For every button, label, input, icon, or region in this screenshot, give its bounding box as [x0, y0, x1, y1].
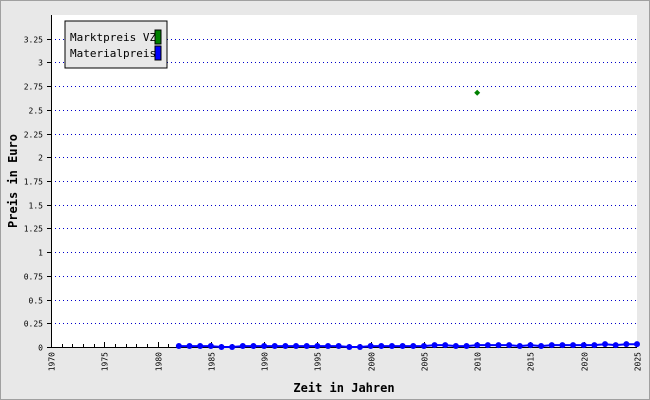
data-point: [591, 342, 598, 349]
data-point: [175, 343, 182, 350]
data-point: [186, 343, 193, 350]
y-tick-label: 1.75: [24, 178, 43, 187]
data-point: [527, 342, 534, 349]
data-point: [484, 342, 491, 349]
data-point: [463, 343, 470, 350]
data-point: [410, 343, 417, 350]
data-point: [442, 342, 449, 349]
data-point: [516, 343, 523, 350]
legend-box: [64, 20, 168, 69]
data-point: [452, 343, 459, 350]
y-tick-label: 0: [38, 344, 43, 353]
legend-swatch: [154, 29, 162, 45]
y-tick-label: 3.25: [24, 36, 43, 45]
x-tick-label: 2025: [634, 352, 643, 371]
x-tick-label: 2020: [581, 352, 590, 371]
data-point: [367, 343, 374, 350]
data-point: [250, 343, 257, 350]
x-tick-label: 1970: [48, 352, 57, 371]
x-tick-label: 1995: [314, 352, 323, 371]
y-tick-label: 0.75: [24, 273, 43, 282]
y-tick-label: 0.25: [24, 320, 43, 329]
data-point: [634, 341, 640, 348]
data-point: [271, 343, 278, 350]
x-tick-label: 1985: [208, 352, 217, 371]
data-point: [548, 342, 555, 349]
data-point: [197, 343, 204, 350]
legend-label: Materialpreis: [70, 47, 156, 60]
data-point: [570, 342, 577, 349]
data-point: [399, 343, 406, 350]
y-tick-label: 2.75: [24, 83, 43, 92]
data-point: [474, 342, 481, 349]
x-tick-label: 2015: [527, 352, 536, 371]
data-point: [495, 342, 502, 349]
data-point: [229, 344, 236, 350]
data-point: [431, 342, 438, 349]
x-tick-label: 2010: [474, 352, 483, 371]
x-axis-label: Zeit in Jahren: [293, 381, 394, 395]
legend-label: Marktpreis VZ: [70, 31, 156, 44]
legend-swatch: [154, 45, 162, 61]
price-chart: 1970 1975 1980 1985 1990 1995 2000 2005 2010 2015…: [6, 15, 643, 395]
data-point: [420, 343, 427, 350]
x-tick-label: 1980: [155, 352, 164, 371]
data-point: [580, 342, 587, 349]
data-point: [303, 343, 310, 350]
data-point: [506, 342, 513, 349]
data-point: [218, 344, 225, 350]
data-point: [239, 343, 246, 350]
y-tick-label: 1.5: [29, 202, 44, 211]
x-tick-label: 2005: [421, 352, 430, 371]
data-point: [261, 343, 268, 350]
legend: Marktpreis VZ Materialpreis: [64, 20, 168, 69]
x-tick-label: 1975: [101, 352, 110, 371]
y-tick-label: 1.25: [24, 225, 43, 234]
y-tick-label: 1: [38, 249, 43, 258]
y-tick-labels: 0 0.25 0.5 0.75 1 1.25 1.5 1.75 2 2.25 2.5 2.75 3 3.2…: [24, 36, 43, 353]
data-point: [207, 343, 214, 350]
data-point: [356, 344, 363, 350]
y-tick-label: 2.5: [29, 107, 44, 116]
data-point: [282, 343, 289, 350]
x-tick-labels: 1970 1975 1980 1985 1990 1995 2000 2005 2010 2015…: [48, 352, 643, 371]
x-tick-label: 1990: [261, 352, 270, 371]
y-tick-label: 3: [38, 59, 43, 68]
data-point: [325, 343, 332, 350]
y-tick-label: 2.25: [24, 131, 43, 140]
data-point: [538, 343, 545, 350]
data-point: [612, 342, 619, 349]
data-point: [346, 344, 353, 350]
data-point: [559, 342, 566, 349]
data-point: [293, 343, 300, 350]
data-point: [314, 343, 321, 350]
y-tick-label: 0.5: [29, 297, 44, 306]
data-point: [602, 341, 609, 348]
data-point: [335, 343, 342, 350]
data-point: [378, 343, 385, 350]
x-tick-label: 2000: [368, 352, 377, 371]
data-point: [388, 343, 395, 350]
y-axis-label: Preis in Euro: [6, 134, 20, 228]
data-point: [623, 341, 630, 348]
y-tick-label: 2: [38, 154, 43, 163]
